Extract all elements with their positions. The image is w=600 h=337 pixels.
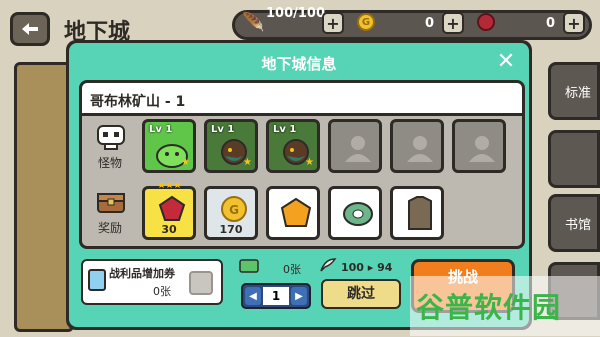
monster-level: Lv 1 bbox=[273, 124, 297, 135]
star-icon: ★ bbox=[243, 157, 252, 168]
voucher-label: 战利品增加券 bbox=[109, 267, 175, 280]
stamina-value: 100/100 bbox=[266, 6, 326, 21]
add-stamina-button[interactable]: + bbox=[322, 12, 344, 34]
add-gold-button[interactable]: + bbox=[442, 12, 464, 34]
reward-qty: 170 bbox=[219, 223, 243, 236]
ticket-cost: 0张 bbox=[283, 263, 301, 276]
monster-label: 怪物 bbox=[97, 156, 122, 170]
decrease-button[interactable]: ◀ bbox=[245, 287, 261, 305]
voucher-count: 0张 bbox=[153, 285, 171, 298]
silhouette-icon bbox=[345, 136, 371, 162]
reward-slot[interactable] bbox=[328, 186, 382, 240]
rarity-stars: ★★★ bbox=[157, 180, 182, 191]
dungeon-map-panel bbox=[14, 62, 74, 332]
feather-icon bbox=[320, 258, 337, 272]
voucher-checkbox[interactable] bbox=[189, 271, 213, 295]
reward-slot[interactable]: ★★★ 30 bbox=[142, 180, 196, 240]
feather-icon: 🪶 bbox=[242, 12, 265, 33]
gem-icon bbox=[477, 13, 495, 31]
empty-monster-slot bbox=[452, 119, 506, 173]
treasure-chest-icon bbox=[97, 193, 125, 213]
tab-standard[interactable]: 标准 bbox=[548, 62, 600, 120]
reward-qty: 30 bbox=[161, 223, 177, 236]
reward-slot[interactable]: G 170 bbox=[204, 186, 258, 240]
svg-text:G: G bbox=[229, 203, 239, 217]
tab-2[interactable] bbox=[548, 130, 600, 188]
close-button[interactable]: ✕ bbox=[495, 51, 517, 73]
ticket-cost-icon bbox=[239, 259, 259, 273]
quantity-stepper: ◀ 1 ▶ bbox=[241, 283, 311, 309]
star-icon: ★ bbox=[181, 157, 190, 168]
add-gem-button[interactable]: + bbox=[563, 12, 585, 34]
gold-coin-icon: G bbox=[221, 196, 247, 222]
star-icon: ★ bbox=[305, 157, 314, 168]
monster-slot[interactable]: Lv 1 ★ bbox=[266, 119, 320, 173]
reward-slot[interactable] bbox=[390, 186, 444, 240]
watermark: 谷普软件园 bbox=[410, 276, 600, 336]
thread-spool-icon bbox=[343, 202, 373, 226]
gold-value: 0 bbox=[425, 16, 435, 31]
leather-armor-icon bbox=[408, 196, 432, 230]
ticket-icon bbox=[88, 269, 106, 291]
ruby-icon bbox=[158, 195, 186, 221]
increase-button[interactable]: ▶ bbox=[291, 287, 307, 305]
stamina-cost: 100 ▸ 94 bbox=[341, 261, 393, 274]
stepper-value[interactable]: 1 bbox=[263, 287, 289, 305]
skull-icon bbox=[97, 125, 125, 150]
dungeon-name: 哥布林矿山 - 1 bbox=[79, 80, 525, 116]
monster-level: Lv 1 bbox=[149, 124, 173, 135]
skip-button[interactable]: 跳过 bbox=[321, 279, 401, 309]
monster-level: Lv 1 bbox=[211, 124, 235, 135]
modal-title: 地下城信息 bbox=[261, 55, 337, 73]
loot-boost-voucher[interactable]: 战利品增加券 0张 bbox=[81, 259, 223, 305]
reward-label: 奖励 bbox=[97, 221, 122, 235]
back-button[interactable] bbox=[10, 12, 50, 46]
gold-coin-icon: G bbox=[357, 13, 375, 31]
monster-slot[interactable]: Lv 1 ★ bbox=[204, 119, 258, 173]
silhouette-icon bbox=[469, 136, 495, 162]
silhouette-icon bbox=[407, 136, 433, 162]
dungeon-card: 怪物 Lv 1 ★ Lv 1 ★ Lv 1 ★ 奖励 ★★★ 30 G 170 bbox=[79, 116, 525, 249]
reward-slot[interactable] bbox=[266, 186, 320, 240]
gem-value: 0 bbox=[546, 16, 556, 31]
empty-monster-slot bbox=[328, 119, 382, 173]
amber-gem-icon bbox=[280, 197, 312, 227]
back-arrow-icon bbox=[22, 23, 38, 35]
tab-library[interactable]: 书馆 bbox=[548, 194, 600, 252]
empty-monster-slot bbox=[390, 119, 444, 173]
monster-slot[interactable]: Lv 1 ★ bbox=[142, 119, 196, 173]
